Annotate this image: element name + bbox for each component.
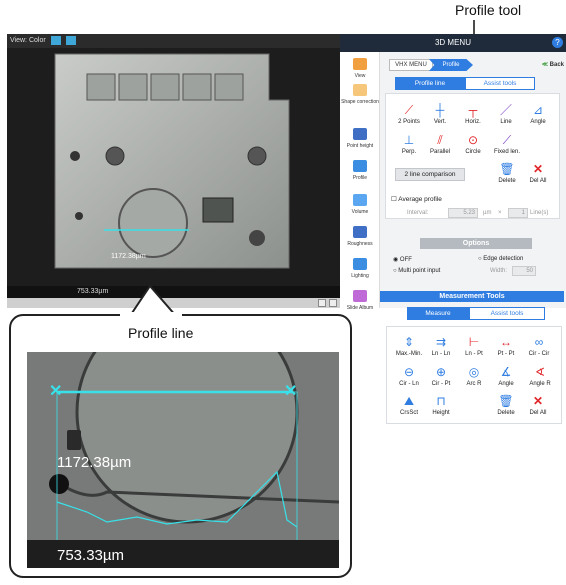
profile-line-annotation: Profile line — [128, 325, 194, 341]
zoom-hole — [49, 474, 69, 494]
zoom-measure-label: 1172.38µm — [57, 454, 131, 471]
zoomed-image-svg: ✕ ✕ 1172.38µm 753.33µm — [27, 352, 339, 568]
zoomed-image: ✕ ✕ 1172.38µm 753.33µm — [27, 352, 339, 568]
screenshot-stage: { "annotations": {"profile_tool": "Profi… — [0, 0, 566, 585]
profile-start-marker: ✕ — [49, 383, 62, 400]
callout-pointer-mask — [120, 312, 182, 320]
zoom-slot — [67, 430, 81, 450]
profile-end-marker: ✕ — [284, 383, 297, 400]
zoom-scale-label: 753.33µm — [57, 547, 124, 564]
